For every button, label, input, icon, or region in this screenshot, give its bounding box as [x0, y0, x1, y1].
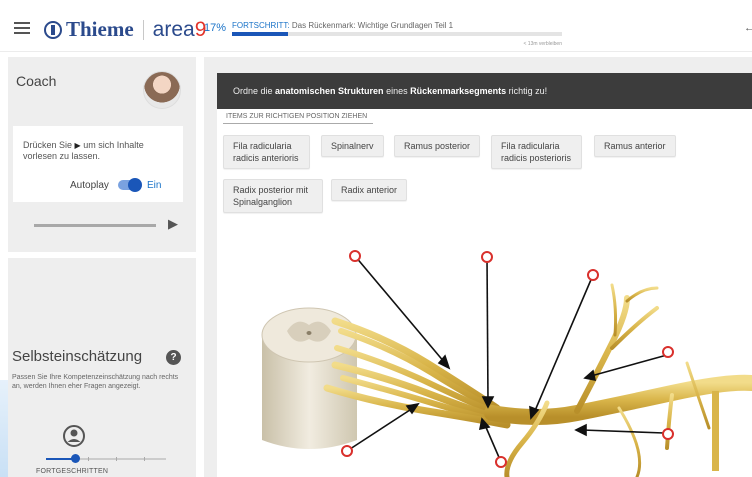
- drop-target[interactable]: [662, 428, 674, 440]
- autoplay-state: Ein: [147, 180, 162, 191]
- top-bar: Thieme area9 17% FORTSCHRITT: Das Rücken…: [0, 0, 752, 52]
- coach-title: Coach: [16, 73, 57, 89]
- competence-level-label: FORTGESCHRITTEN: [36, 468, 109, 475]
- drop-target[interactable]: [341, 445, 353, 457]
- logo[interactable]: Thieme area9: [44, 17, 206, 42]
- back-arrow-icon[interactable]: ←: [744, 22, 752, 34]
- spinal-nerve: [484, 283, 752, 477]
- menu-icon[interactable]: [14, 22, 30, 34]
- slider-tick: [144, 457, 145, 461]
- competence-slider-handle[interactable]: [71, 454, 80, 463]
- exercise-card: Ordne die anatomischen Strukturen eines …: [217, 73, 752, 477]
- slider-tick: [88, 457, 89, 461]
- drop-target[interactable]: [495, 456, 507, 468]
- logo-separator: [142, 19, 144, 40]
- coach-avatar: [143, 71, 181, 109]
- drop-target[interactable]: [481, 251, 493, 263]
- time-remaining: < 13m verbleiben: [523, 41, 563, 47]
- competence-slider-fill: [46, 458, 74, 460]
- self-assessment-title: Selbsteinschätzung: [12, 348, 143, 365]
- logo-product: area9: [152, 17, 207, 41]
- progress-bar: [232, 32, 562, 36]
- exercise-area: Ordne die anatomischen Strukturen eines …: [204, 57, 752, 477]
- coach-card: Drücken Sie ▶ um sich Inhalte vorlesen z…: [13, 126, 183, 202]
- logo-brand: Thieme: [66, 17, 134, 41]
- play-icon: ▶: [74, 141, 81, 150]
- panel-divider: [8, 252, 196, 258]
- help-icon[interactable]: ?: [166, 350, 181, 365]
- drop-targets: [341, 250, 674, 468]
- autoplay-toggle[interactable]: [118, 178, 142, 192]
- spinal-segment-diagram: [261, 250, 752, 477]
- play-icon[interactable]: ▶: [168, 216, 178, 232]
- drop-target[interactable]: [349, 250, 361, 262]
- leader-lines: [346, 255, 668, 463]
- progress-percent: 17%: [204, 22, 227, 34]
- drop-target[interactable]: [662, 346, 674, 358]
- autoplay-label: Autoplay: [70, 180, 109, 191]
- progress-title: FORTSCHRITT: Das Rückenmark: Wichtige Gr…: [232, 21, 454, 30]
- drop-target[interactable]: [587, 269, 599, 281]
- slider-tick: [116, 457, 117, 461]
- person-icon: [63, 425, 85, 447]
- thieme-logo-icon: [44, 20, 62, 39]
- coach-sidebar: Coach Drücken Sie ▶ um sich Inhalte vorl…: [8, 57, 196, 477]
- audio-progress-bar[interactable]: [34, 224, 156, 227]
- read-aloud-hint: Drücken Sie ▶ um sich Inhalte vorlesen z…: [23, 140, 144, 161]
- progress-bar-fill: [232, 32, 289, 36]
- self-assessment-description: Passen Sie Ihre Kompetenzeinschätzung na…: [12, 374, 179, 390]
